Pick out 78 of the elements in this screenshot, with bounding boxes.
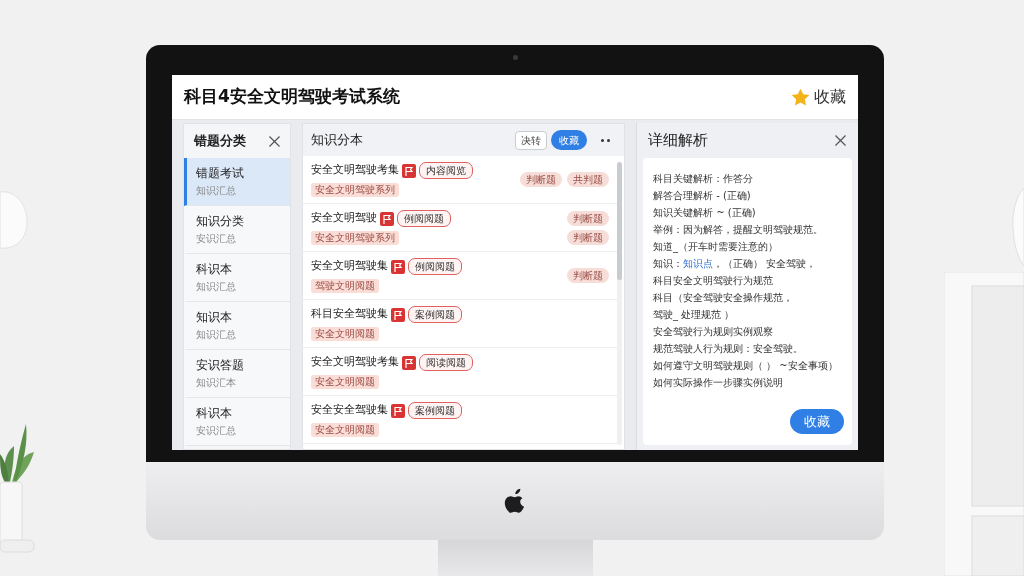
item-subtitle: 知识汇总	[196, 329, 236, 341]
toolbar-button[interactable]: 决转	[515, 130, 547, 150]
item-title: 科识本	[196, 262, 232, 276]
question-tag: 内容阅览	[419, 162, 473, 179]
item-subtitle: 知识汇本	[196, 377, 236, 389]
star-icon	[791, 87, 810, 107]
detail-line: 知识关键解析 ~ (正确)	[653, 206, 757, 220]
scrollbar-thumb[interactable]	[617, 162, 622, 280]
item-title: 知识本	[196, 310, 232, 324]
question-tag: 案例阅题	[408, 306, 462, 323]
detail-line: 解答合理解析 - (正确)	[653, 189, 752, 203]
question-tag: 例阅阅题	[408, 258, 462, 275]
detail-line: 科目安全文明驾驶行为规范	[653, 274, 774, 288]
list-row[interactable]: 安全文明驾驶考集 内容阅览 安全文明驾驶系列 判断题 共判题	[303, 156, 617, 204]
category-tag: 安全文明驾驶系列	[311, 231, 399, 245]
flag-icon	[380, 211, 394, 226]
row-title: 安全文明驾驶	[311, 210, 377, 227]
question-tag: 阅读阅题	[419, 354, 473, 371]
item-title: 错题考试	[196, 166, 244, 180]
item-title: 知识分类	[196, 214, 244, 228]
list-row[interactable]: 安全文明驾驶考集 阅读阅题 安全文明阅题	[303, 348, 617, 396]
flag-icon	[402, 355, 416, 370]
detail-line: 如何实际操作一步骤实例说明	[653, 376, 784, 390]
row-title: 安全文明驾驶集	[311, 258, 388, 275]
type-chip: 判断题	[567, 210, 609, 226]
sidebar-item[interactable]: 错题考试 知识汇总	[184, 158, 290, 206]
item-subtitle: 知识汇总	[196, 185, 236, 197]
link[interactable]: 知识点	[683, 258, 713, 269]
favorite-button[interactable]: 收藏	[790, 409, 844, 434]
category-tag: 驾驶文明阅题	[311, 279, 379, 293]
flag-icon	[391, 403, 405, 418]
category-tag: 安全文明阅题	[311, 423, 379, 437]
type-chip: 判断题	[567, 229, 609, 245]
item-title: 科识本	[196, 406, 232, 420]
sidebar-title: 错题分类	[194, 132, 246, 151]
window-title: 科目4安全文明驾驶考试系统	[184, 85, 400, 109]
category-tag: 安全文明驾驶系列	[311, 183, 399, 197]
detail-line: 知识：知识点，（正确） 安全驾驶，	[653, 257, 818, 271]
favorite-button[interactable]: 收藏	[791, 85, 846, 109]
toolbar-button[interactable]: 收藏	[551, 130, 587, 150]
more-icon[interactable]	[601, 138, 610, 142]
list-title: 知识分本	[311, 131, 363, 150]
scrollbar[interactable]	[617, 162, 622, 445]
detail-line: 驾驶_ 处理规范 ）	[653, 308, 736, 323]
list-row[interactable]: 安全文明驾驶集 例阅阅题 驾驶文明阅题 判断题	[303, 252, 617, 300]
row-title: 安全安全驾驶集	[311, 402, 388, 419]
row-title: 安全文明驾驶考集	[311, 354, 399, 371]
item-subtitle: 知识汇总	[196, 281, 236, 293]
detail-line: 知道_（开车时需要注意的）	[653, 240, 779, 255]
detail-line: 如何遵守文明驾驶规则（ ） ~安全事项）	[653, 359, 839, 373]
close-icon[interactable]	[835, 135, 846, 146]
close-icon[interactable]	[269, 135, 280, 147]
detail-line: 举例：因为解答，提醒文明驾驶规范。	[653, 223, 824, 237]
row-title: 安全文明驾驶考集	[311, 162, 399, 179]
type-chip: 判断题	[567, 268, 609, 283]
category-tag: 安全文明阅题	[311, 375, 379, 389]
category-tag: 安全文明阅题	[311, 327, 379, 341]
flag-icon	[402, 163, 416, 178]
logo-icon	[504, 488, 526, 514]
question-tag: 案例阅题	[408, 402, 462, 419]
list-row[interactable]: 安全安全驾驶集 案例阅题 安全文明阅题	[303, 396, 617, 444]
question-tag: 例阅阅题	[397, 210, 451, 227]
detail-line: 科目（安全驾驶安全操作规范，	[653, 291, 794, 305]
row-title: 科目安全驾驶集	[311, 306, 388, 323]
camera-icon	[513, 55, 518, 60]
list-row[interactable]: 安全文明驾驶 例阅阅题 安全文明驾驶系列 判断题 判断题	[303, 204, 617, 252]
item-title: 安识答题	[196, 358, 244, 372]
item-subtitle: 安识汇总	[196, 233, 236, 245]
flag-icon	[391, 307, 405, 322]
detail-line: 安全驾驶行为规则实例观察	[653, 325, 774, 339]
flag-icon	[391, 259, 405, 274]
type-chip: 判断题	[520, 172, 562, 187]
item-subtitle: 安识汇总	[196, 425, 236, 437]
list-row[interactable]: 科目安全驾驶集 案例阅题 安全文明阅题	[303, 300, 617, 348]
detail-title: 详细解析	[648, 130, 708, 152]
type-chip: 共判题	[567, 172, 609, 187]
detail-line: 规范驾驶人行为规则：安全驾驶。	[653, 342, 804, 356]
detail-line: 科目关键解析：作答分	[653, 172, 754, 186]
